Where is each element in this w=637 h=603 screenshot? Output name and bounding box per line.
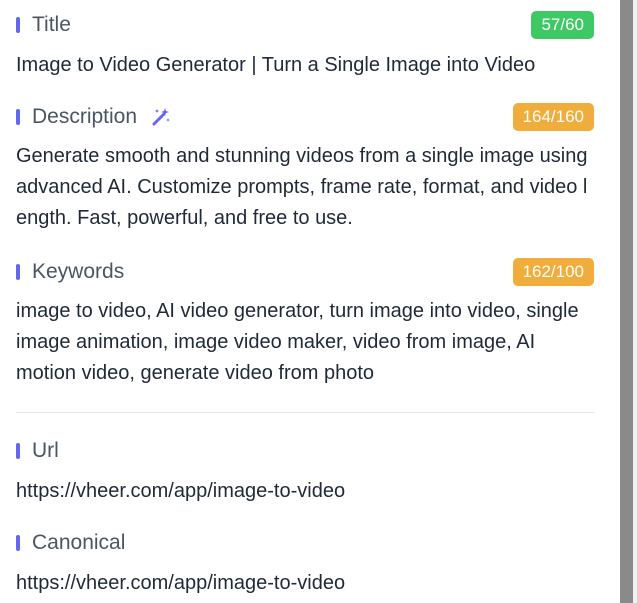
canonical-marker [16,535,20,551]
canonical-section: Canonical https://vheer.com/app/image-to… [16,529,594,599]
url-label: Url [32,439,59,462]
keywords-section: Keywords 162/100 image to video, AI vide… [16,258,594,389]
title-section: Title 57/60 Image to Video Generator | T… [16,11,594,81]
title-count-badge: 57/60 [531,11,594,39]
description-count-badge: 164/160 [512,103,594,131]
url-section: Url https://vheer.com/app/image-to-video [16,437,594,507]
title-value: Image to Video Generator | Turn a Single… [16,54,536,76]
keywords-label: Keywords [32,260,125,283]
url-marker [16,443,20,459]
title-marker [16,17,20,33]
description-value: Generate smooth and stunning videos from… [16,145,588,229]
canonical-value: https://vheer.com/app/image-to-video [16,572,346,594]
description-label: Description [32,105,138,128]
magic-wand-icon[interactable] [151,107,171,127]
keywords-count-badge: 162/100 [512,258,594,286]
description-section: Description 164/160 Generate smooth and … [16,103,594,234]
canonical-label: Canonical [32,531,126,554]
scrollbar-thumb[interactable] [620,0,633,603]
keywords-value: image to video, AI video generator, turn… [16,300,579,384]
seo-meta-panel: Title 57/60 Image to Video Generator | T… [0,0,620,603]
title-label: Title [32,13,71,36]
url-value: https://vheer.com/app/image-to-video [16,480,346,502]
section-divider [16,412,594,413]
keywords-marker [16,264,20,280]
description-marker [16,109,20,125]
